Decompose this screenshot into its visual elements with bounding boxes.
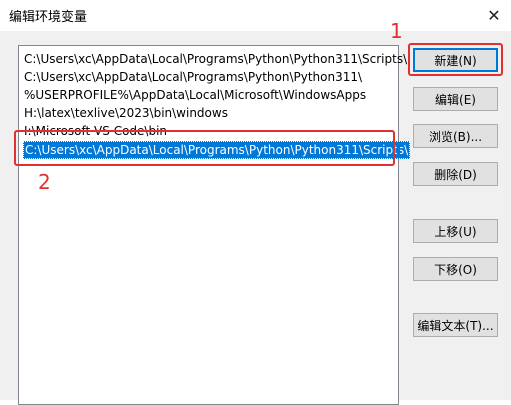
edit-env-var-dialog: 编辑环境变量 ✕ C:\Users\xc\AppData\Local\Progr…: [0, 0, 511, 405]
list-item[interactable]: %USERPROFILE%\AppData\Local\Microsoft\Wi…: [24, 86, 366, 104]
list-item-editing[interactable]: C:\Users\xc\AppData\Local\Programs\Pytho…: [23, 141, 411, 159]
move-down-button[interactable]: 下移(O): [413, 257, 498, 281]
annotation-label-1: 1: [390, 19, 403, 43]
list-item[interactable]: C:\Users\xc\AppData\Local\Programs\Pytho…: [24, 68, 362, 86]
list-item[interactable]: H:\latex\texlive\2023\bin\windows: [24, 104, 228, 122]
close-icon: ✕: [487, 6, 501, 25]
move-up-button[interactable]: 上移(U): [413, 219, 498, 243]
dialog-title: 编辑环境变量: [9, 10, 88, 25]
list-item[interactable]: I:\Microsoft VS Code\bin: [24, 122, 167, 140]
close-button[interactable]: ✕: [477, 0, 511, 31]
edit-caret: [397, 142, 400, 158]
delete-button[interactable]: 删除(D): [413, 162, 498, 186]
annotation-label-2: 2: [38, 170, 51, 194]
edit-text-button[interactable]: 编辑文本(T)...: [413, 313, 498, 337]
list-item[interactable]: C:\Users\xc\AppData\Local\Programs\Pytho…: [24, 50, 407, 68]
path-list[interactable]: C:\Users\xc\AppData\Local\Programs\Pytho…: [18, 45, 411, 405]
title-bar: 编辑环境变量 ✕: [0, 0, 511, 31]
edit-button[interactable]: 编辑(E): [413, 87, 498, 111]
new-button[interactable]: 新建(N): [413, 48, 498, 72]
browse-button[interactable]: 浏览(B)...: [413, 124, 498, 148]
